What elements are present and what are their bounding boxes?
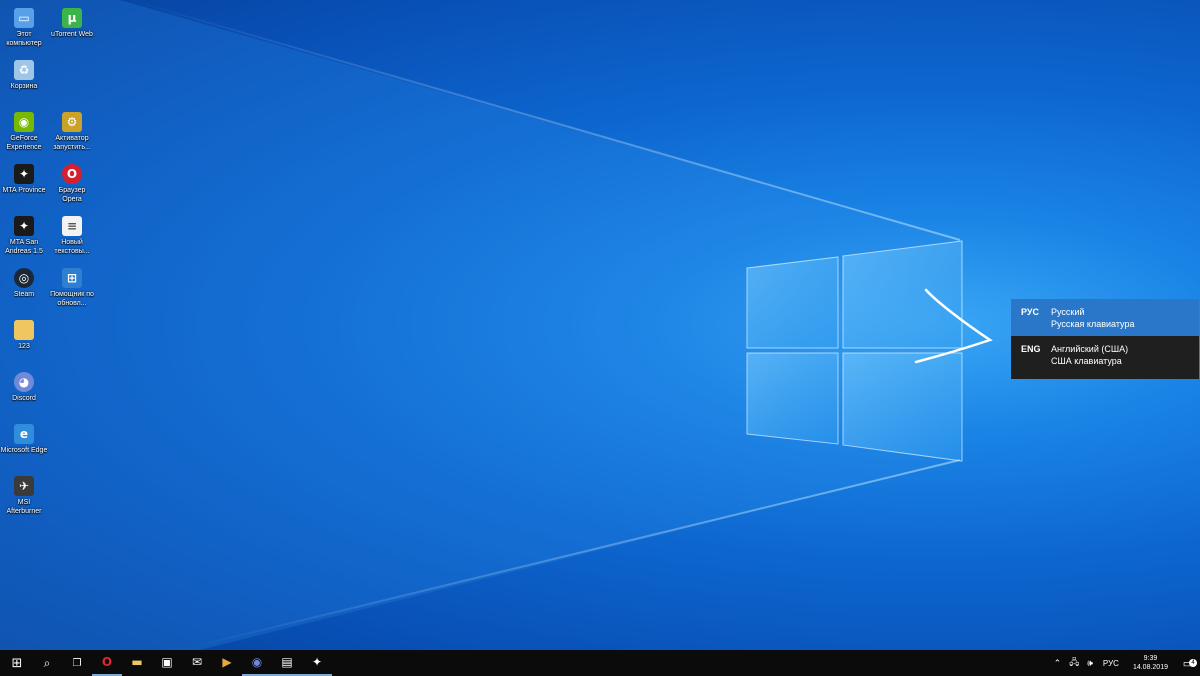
- search-button[interactable]: ⌕: [32, 650, 62, 676]
- taskbar-app-mail[interactable]: ✉: [182, 650, 212, 676]
- desktop-icon-mta-sa[interactable]: ✦ MTA San Andreas 1.5: [0, 212, 48, 256]
- desktop-icon-label: GeForce Experience: [6, 135, 42, 151]
- language-option-eng[interactable]: ENG Английский (США) США клавиатура: [1011, 336, 1199, 373]
- desktop-icon-folder-123[interactable]: 123: [0, 316, 48, 351]
- keyboard-layout-name: США клавиатура: [1051, 356, 1122, 366]
- desktop-icon-label: MTA Province: [2, 187, 46, 194]
- keyboard-layout-name: Русская клавиатура: [1051, 319, 1135, 329]
- task-view-button[interactable]: ❐: [62, 650, 92, 676]
- taskbar-app-file-explorer[interactable]: ▬: [122, 650, 152, 676]
- desktop-icon-utorrent[interactable]: µ uTorrent Web: [48, 4, 96, 39]
- windows-start-icon: ⊞: [11, 655, 23, 671]
- taskbar-app-notepad[interactable]: ▤: [272, 650, 302, 676]
- task-view-icon: ❐: [72, 657, 82, 669]
- mta-province-icon: ✦: [14, 164, 34, 184]
- desktop-icon-label: uTorrent Web: [51, 31, 93, 38]
- media-player-icon: ▶: [222, 655, 232, 669]
- desktop-icon-mta-province[interactable]: ✦ MTA Province: [0, 160, 48, 195]
- chevron-up-icon[interactable]: ⌃: [1050, 658, 1066, 669]
- network-icon[interactable]: 🖧: [1065, 655, 1083, 671]
- update-assistant-icon: ⊞: [62, 268, 82, 288]
- desktop-icon-activator[interactable]: ⚙ Активатор запустить...: [48, 108, 96, 152]
- desktop-icon-edge[interactable]: e Microsoft Edge: [0, 420, 48, 455]
- notification-count-badge: 4: [1189, 658, 1197, 667]
- taskbar-app-mta[interactable]: ✦: [302, 650, 332, 676]
- discord-icon: ◉: [251, 655, 263, 669]
- clock-date: 14.08.2019: [1132, 664, 1168, 671]
- computer-icon: ▭: [14, 8, 34, 28]
- taskbar: ⊞ ⌕ ❐ O ▬ ▣ ✉ ▶ ◉ ▤ ✦ ⌃ 🖧 🕪 РУС 9:39 14.…: [0, 650, 1200, 676]
- store-icon: ▣: [161, 655, 173, 669]
- clock-time: 9:39: [1143, 655, 1158, 662]
- language-switcher-popup: РУС Русский Русская клавиатура ENG Англи…: [1011, 299, 1199, 379]
- desktop-icon-text-file[interactable]: ≡ Новый текстовы...: [48, 212, 96, 256]
- search-icon: ⌕: [43, 655, 51, 670]
- desktop-icon-label: Корзина: [10, 83, 38, 90]
- clock[interactable]: 9:39 14.08.2019: [1125, 654, 1176, 672]
- taskbar-app-store[interactable]: ▣: [152, 650, 182, 676]
- system-tray: ⌃ 🖧 🕪 РУС 9:39 14.08.2019 ▭ 4: [1050, 650, 1200, 676]
- desktop-icon-label: Этот компьютер: [6, 31, 42, 47]
- opera-icon: O: [101, 655, 113, 669]
- desktop-icon-label: MSI Afterburner: [6, 499, 42, 515]
- desktop-icon-update-assistant[interactable]: ⊞ Помощник по обновл...: [48, 264, 96, 308]
- language-option-rus[interactable]: РУС Русский Русская клавиатура: [1011, 299, 1199, 336]
- desktop-icon-recycle-bin[interactable]: ♻ Корзина: [0, 56, 48, 91]
- discord-icon: ◕: [14, 372, 34, 392]
- desktop-icon-label: Помощник по обновл...: [50, 291, 94, 307]
- taskbar-app-opera[interactable]: O: [92, 650, 122, 676]
- activator-icon: ⚙: [62, 112, 82, 132]
- steam-icon: ◎: [14, 268, 34, 288]
- taskbar-app-discord[interactable]: ◉: [242, 650, 272, 676]
- desktop-icon-steam[interactable]: ◎ Steam: [0, 264, 48, 299]
- desktop-icon-label: Discord: [12, 395, 36, 402]
- opera-icon: O: [62, 164, 82, 184]
- desktop-icon-label: MTA San Andreas 1.5: [5, 239, 43, 255]
- folder-icon: [14, 320, 34, 340]
- geforce-icon: ◉: [14, 112, 34, 132]
- language-code: ENG: [1021, 344, 1041, 354]
- desktop-icon-label: Steam: [13, 291, 35, 298]
- mta-icon: ✦: [311, 655, 323, 669]
- recycle-bin-icon: ♻: [14, 60, 34, 80]
- utorrent-icon: µ: [62, 8, 82, 28]
- speaker-icon[interactable]: 🕪: [1083, 658, 1097, 669]
- language-name: Русский: [1051, 307, 1085, 317]
- mail-icon: ✉: [191, 655, 203, 669]
- desktop-icon-label: Новый текстовы...: [54, 239, 90, 255]
- desktop-icon-geforce[interactable]: ◉ GeForce Experience: [0, 108, 48, 152]
- notepad-icon: ▤: [281, 655, 293, 669]
- file-explorer-icon: ▬: [131, 655, 143, 669]
- desktop-icon-opera[interactable]: O Браузер Opera: [48, 160, 96, 204]
- edge-icon: e: [14, 424, 34, 444]
- desktop-icon-label: Браузер Opera: [58, 187, 86, 203]
- taskbar-app-media-player[interactable]: ▶: [212, 650, 242, 676]
- mta-sa-icon: ✦: [14, 216, 34, 236]
- desktop-icon-label: Активатор запустить...: [53, 135, 91, 151]
- msi-afterburner-icon: ✈: [14, 476, 34, 496]
- text-file-icon: ≡: [62, 216, 82, 236]
- input-language-indicator[interactable]: РУС: [1097, 659, 1125, 668]
- action-center-button[interactable]: ▭ 4: [1176, 657, 1200, 670]
- desktop-icon-this-pc[interactable]: ▭ Этот компьютер: [0, 4, 48, 48]
- desktop-icon-label: 123: [18, 343, 30, 350]
- language-name: Английский (США): [1051, 344, 1129, 354]
- start-button[interactable]: ⊞: [2, 650, 32, 676]
- desktop-icon-discord[interactable]: ◕ Discord: [0, 368, 48, 403]
- desktop-icon-msi-afterburner[interactable]: ✈ MSI Afterburner: [0, 472, 48, 516]
- language-code: РУС: [1021, 307, 1039, 317]
- desktop-icon-label: Microsoft Edge: [0, 447, 48, 454]
